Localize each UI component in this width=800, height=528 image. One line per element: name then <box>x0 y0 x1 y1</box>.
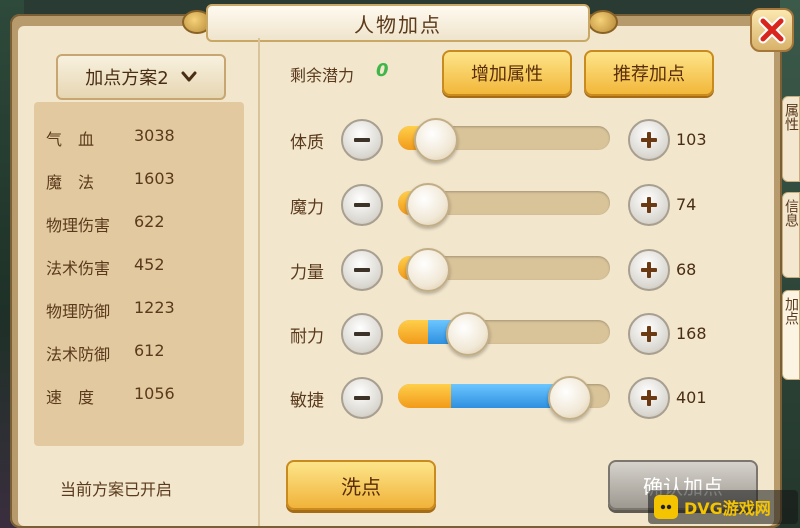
stat-value: 1603 <box>134 169 175 188</box>
stat-value: 612 <box>134 341 165 360</box>
plan-dropdown-label: 加点方案2 <box>85 68 169 89</box>
side-tab-add-points[interactable]: 加点 <box>782 290 800 380</box>
potential-value: 0 <box>376 60 389 81</box>
dialog-title: 人物加点 <box>206 4 590 42</box>
attribute-value: 68 <box>676 260 697 279</box>
stat-row-physical-defense: 物理防御 1223 <box>46 298 175 322</box>
potential-label: 剩余潜力 <box>290 66 355 85</box>
attribute-label: 敏捷 <box>290 391 324 411</box>
stat-name: 速 度 <box>46 388 95 407</box>
stat-row-hp: 气 血 3038 <box>46 126 175 150</box>
add-attributes-button[interactable]: 增加属性 <box>442 50 572 96</box>
stat-row-magic-damage: 法术伤害 452 <box>46 255 165 279</box>
stats-panel: 气 血 3038 魔 法 1603 物理伤害 622 法术伤害 452 物理防御… <box>34 102 244 446</box>
plus-button[interactable] <box>628 377 670 419</box>
stat-row-mp: 魔 法 1603 <box>46 169 175 193</box>
minus-icon <box>354 396 370 400</box>
slider-knob[interactable] <box>414 118 459 162</box>
minus-button[interactable] <box>341 249 383 291</box>
stat-row-speed: 速 度 1056 <box>46 384 175 408</box>
side-tab-info[interactable]: 信息 <box>782 192 800 278</box>
stat-name: 气 血 <box>46 130 95 149</box>
watermark-text: DVG游戏网 <box>684 499 771 518</box>
recommend-button[interactable]: 推荐加点 <box>584 50 714 96</box>
minus-button[interactable] <box>341 119 383 161</box>
slider-knob[interactable] <box>445 312 490 356</box>
minus-icon <box>354 203 370 207</box>
plus-button[interactable] <box>628 249 670 291</box>
stat-name: 物理防御 <box>46 302 111 321</box>
plus-icon <box>641 262 657 278</box>
watermark-logo-icon <box>654 495 678 519</box>
slider-knob[interactable] <box>405 248 450 292</box>
attribute-value: 103 <box>676 130 707 149</box>
title-ornament-right <box>588 10 618 34</box>
attribute-value: 168 <box>676 324 707 343</box>
attribute-label: 魔力 <box>290 198 324 218</box>
minus-icon <box>354 332 370 336</box>
slider-knob[interactable] <box>405 183 450 227</box>
minus-button[interactable] <box>341 377 383 419</box>
bar-fill-added <box>451 384 562 408</box>
stat-name: 物理伤害 <box>46 216 111 235</box>
plus-icon <box>641 390 657 406</box>
side-tab-attributes[interactable]: 属性 <box>782 96 800 182</box>
bar-fill-base <box>398 384 451 408</box>
stat-row-magic-defense: 法术防御 612 <box>46 341 165 365</box>
attribute-label: 耐力 <box>290 327 324 347</box>
stat-row-physical-damage: 物理伤害 622 <box>46 212 165 236</box>
stat-value: 1056 <box>134 384 175 403</box>
watermark: DVG游戏网 <box>648 490 798 524</box>
reset-points-button[interactable]: 洗点 <box>286 460 436 510</box>
plus-icon <box>641 197 657 213</box>
stat-name: 法术伤害 <box>46 259 111 278</box>
minus-icon <box>354 138 370 142</box>
plus-icon <box>641 326 657 342</box>
column-divider <box>258 38 260 526</box>
slider-knob[interactable] <box>547 376 592 420</box>
stat-name: 法术防御 <box>46 345 111 364</box>
minus-icon <box>354 268 370 272</box>
attribute-label: 力量 <box>290 263 324 283</box>
close-x-icon <box>758 16 786 44</box>
stat-value: 452 <box>134 255 165 274</box>
plus-button[interactable] <box>628 119 670 161</box>
minus-button[interactable] <box>341 313 383 355</box>
stat-name: 魔 法 <box>46 173 95 192</box>
close-button[interactable] <box>750 8 794 52</box>
attribute-value: 401 <box>676 388 707 407</box>
stat-value: 622 <box>134 212 165 231</box>
stat-value: 1223 <box>134 298 175 317</box>
bar-fill-base <box>398 320 428 344</box>
attribute-label: 体质 <box>290 133 324 153</box>
plan-dropdown[interactable]: 加点方案2 <box>56 54 226 100</box>
minus-button[interactable] <box>341 184 383 226</box>
stat-value: 3038 <box>134 126 175 145</box>
chevron-down-icon <box>181 71 197 82</box>
plus-icon <box>641 132 657 148</box>
attribute-value: 74 <box>676 195 697 214</box>
plus-button[interactable] <box>628 313 670 355</box>
plus-button[interactable] <box>628 184 670 226</box>
plan-status-text: 当前方案已开启 <box>60 480 173 499</box>
attribute-bar <box>398 320 610 344</box>
